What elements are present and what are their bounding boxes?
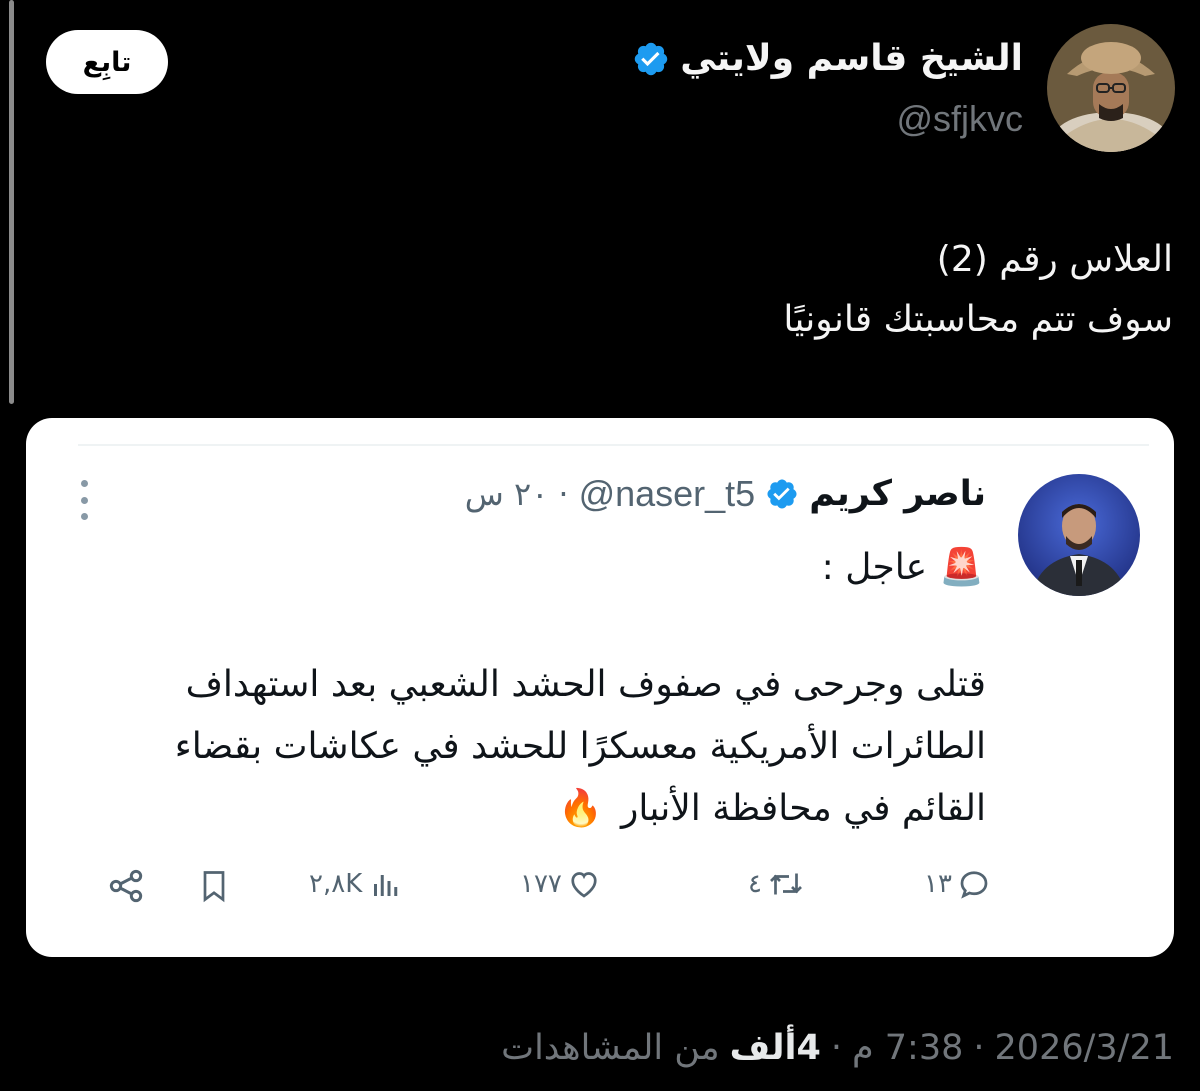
quoted-body-text: القائم في محافظة الأنبار — [621, 788, 986, 829]
views-chart-icon — [374, 875, 398, 896]
like-button[interactable]: ١٧٧ — [520, 866, 602, 902]
heart-icon — [571, 872, 597, 898]
like-count: ١٧٧ — [520, 869, 562, 899]
bookmark-icon — [203, 871, 225, 903]
fire-emoji: 🔥 — [558, 788, 604, 829]
more-vertical-icon[interactable] — [76, 480, 92, 520]
author-name-row[interactable]: الشيخ قاسم ولايتي — [632, 38, 1023, 79]
bookmark-button[interactable] — [196, 866, 232, 906]
author-handle[interactable]: @sfjkvc — [896, 98, 1023, 140]
quoted-body-text: قتلى وجرحى في صفوف الحشد الشعبي بعد استه… — [185, 664, 986, 705]
author-display-name[interactable]: الشيخ قاسم ولايتي — [680, 38, 1023, 79]
verified-badge-icon — [635, 42, 668, 75]
quoted-tweet-actions: ١٣ ٤ ١٧٧ ٢,٨K — [26, 858, 1174, 918]
views-button[interactable]: ٢,٨K — [309, 866, 406, 902]
author-avatar-image — [1047, 24, 1175, 152]
separator-dot: · — [830, 1028, 842, 1068]
quoted-author-handle[interactable]: @naser_t5 — [579, 473, 756, 515]
scroll-indicator[interactable] — [9, 0, 14, 404]
share-icon — [109, 869, 143, 903]
repost-icon — [770, 873, 802, 895]
tweet-date[interactable]: 2026/3/21 — [995, 1028, 1174, 1068]
quoted-tweet-header: ناصر كريم @naser_t5 · ٢٠ س — [465, 473, 986, 515]
quoted-body-line: الطائرات الأمريكية معسكرًا للحشد في عكاش… — [66, 716, 986, 778]
quoted-author-avatar-image — [1018, 474, 1140, 596]
quoted-tweet-card[interactable]: ناصر كريم @naser_t5 · ٢٠ س 🚨 عاجل : قتلى… — [26, 418, 1174, 957]
separator-dot: · — [973, 1028, 985, 1068]
views-count: ٢,٨K — [309, 869, 363, 899]
separator-dot: · — [558, 475, 569, 513]
reply-count: ١٣ — [924, 869, 952, 899]
urgent-label: عاجل : — [821, 546, 928, 588]
share-button[interactable] — [106, 866, 146, 906]
quoted-body-line: القائم في محافظة الأنبار 🔥 — [66, 778, 986, 840]
quoted-tweet-time[interactable]: ٢٠ س — [465, 475, 549, 513]
quoted-body-text: الطائرات الأمريكية معسكرًا للحشد في عكاش… — [174, 726, 986, 767]
quoted-body-line: قتلى وجرحى في صفوف الحشد الشعبي بعد استه… — [66, 654, 986, 716]
verified-badge-icon — [767, 479, 797, 509]
tweet-time[interactable]: 7:38 م — [852, 1028, 963, 1068]
repost-button[interactable]: ٤ — [748, 866, 806, 902]
tweet-text: العلاس رقم (2) سوف تتم محاسبتك قانونيًا — [273, 230, 1173, 350]
author-avatar[interactable] — [1047, 24, 1175, 152]
follow-button[interactable]: تابِع — [46, 30, 168, 94]
quoted-tweet-body: قتلى وجرحى في صفوف الحشد الشعبي بعد استه… — [66, 654, 986, 840]
quoted-author-avatar[interactable] — [1018, 474, 1140, 596]
siren-emoji: 🚨 — [939, 547, 984, 588]
repost-count: ٤ — [748, 869, 762, 899]
reply-icon — [960, 871, 988, 899]
tweet-meta: 2026/3/21 · 7:38 م · 4ألف من المشاهدات — [501, 1028, 1174, 1068]
card-divider — [78, 444, 1149, 446]
quoted-author-name[interactable]: ناصر كريم — [809, 474, 986, 514]
views-total: 4ألف — [729, 1028, 821, 1068]
tweet-line: العلاس رقم (2) — [936, 239, 1173, 280]
views-label: من المشاهدات — [501, 1028, 720, 1068]
tweet-line: سوف تتم محاسبتك قانونيًا — [783, 299, 1173, 340]
urgent-line: 🚨 عاجل : — [821, 546, 984, 589]
reply-button[interactable]: ١٣ — [924, 866, 992, 902]
